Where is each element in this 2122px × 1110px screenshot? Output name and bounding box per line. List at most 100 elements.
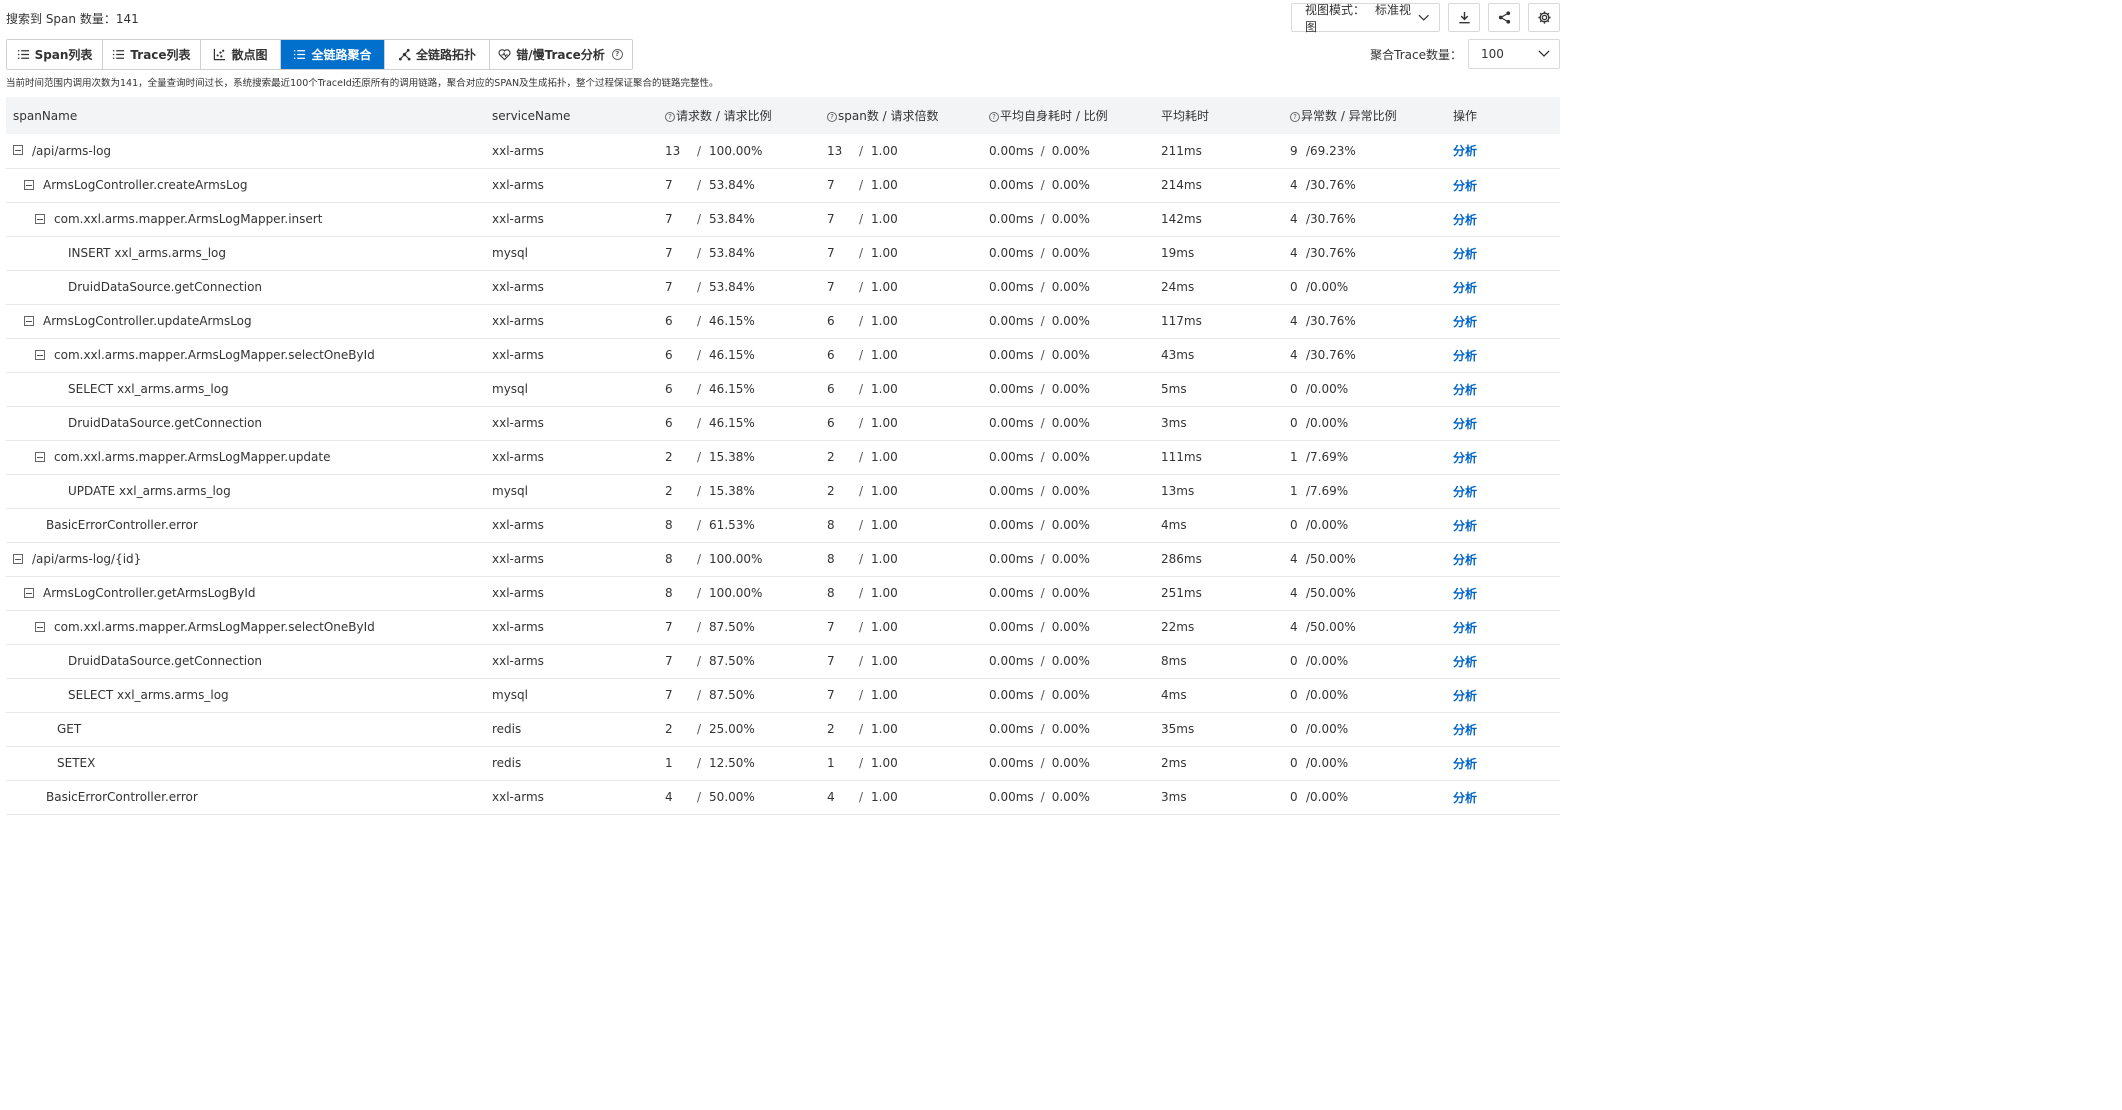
errors-cell: 4/30.76% <box>1290 338 1453 372</box>
service-name: xxl-arms <box>492 143 544 158</box>
self-time: 0.00ms <box>989 246 1034 260</box>
separator: / <box>697 552 702 566</box>
help-icon[interactable]: ? <box>1290 111 1300 122</box>
analyze-link[interactable]: 分析 <box>1453 451 1477 465</box>
error-count: 0 <box>1290 722 1298 736</box>
collapse-icon[interactable] <box>35 451 45 462</box>
requests-cell: 2 / 15.38% <box>665 474 827 508</box>
analyze-link[interactable]: 分析 <box>1453 587 1477 601</box>
errors-cell: 1/7.69% <box>1290 474 1453 508</box>
errors-cell: 4/30.76% <box>1290 202 1453 236</box>
error-count: 0 <box>1290 382 1298 396</box>
self-time-ratio: 0.00% <box>1051 382 1090 396</box>
collapse-icon[interactable] <box>35 621 45 632</box>
self-time-ratio: 0.00% <box>1051 314 1090 328</box>
separator: / <box>1040 586 1045 600</box>
tab-label: Trace列表 <box>130 48 191 62</box>
tab-scatter[interactable]: 散点图 <box>201 40 281 69</box>
avg-time: 22ms <box>1161 620 1195 634</box>
column-header-self-time: ? 平均自身耗时 / 比例 <box>989 97 1161 134</box>
scatter-icon <box>214 48 226 61</box>
error-count: 0 <box>1290 280 1298 294</box>
service-name: xxl-arms <box>492 552 544 566</box>
collapse-icon[interactable] <box>24 315 34 326</box>
avg-time: 142ms <box>1161 212 1202 226</box>
analyze-link[interactable]: 分析 <box>1453 519 1477 533</box>
error-ratio: /0.00% <box>1306 518 1349 532</box>
requests-cell: 6 / 46.15% <box>665 304 827 338</box>
analyze-link[interactable]: 分析 <box>1453 417 1477 431</box>
analyze-link[interactable]: 分析 <box>1453 315 1477 329</box>
span-count-cell: 7 / 1.00 <box>827 678 989 712</box>
analyze-link[interactable]: 分析 <box>1453 655 1477 669</box>
span-multiplier: 1.00 <box>871 314 898 328</box>
analyze-link[interactable]: 分析 <box>1453 281 1477 295</box>
span-name: com.xxl.arms.mapper.ArmsLogMapper.update <box>54 450 331 464</box>
separator: / <box>697 212 702 226</box>
requests-cell: 7 / 87.50% <box>665 610 827 644</box>
self-time-cell: 0.00ms / 0.00% <box>989 644 1161 678</box>
analyze-link[interactable]: 分析 <box>1453 179 1477 193</box>
separator: / <box>1040 484 1045 498</box>
help-icon[interactable]: ? <box>665 111 675 122</box>
share-button[interactable] <box>1488 3 1520 32</box>
column-header-avg-time: 平均耗时 <box>1161 109 1210 123</box>
separator: / <box>697 756 702 770</box>
help-icon[interactable]: ? <box>989 111 999 122</box>
help-icon[interactable]: ? <box>611 49 623 60</box>
tab-full-trace-topology[interactable]: 全链路拓扑 <box>385 40 490 69</box>
analyze-link[interactable]: 分析 <box>1453 213 1477 227</box>
error-ratio: /30.76% <box>1306 246 1356 260</box>
topology-icon <box>398 48 411 61</box>
collapse-icon[interactable] <box>35 213 45 224</box>
download-button[interactable] <box>1448 3 1480 32</box>
request-count: 7 <box>665 654 673 668</box>
self-time-ratio: 0.00% <box>1051 348 1090 362</box>
analyze-link[interactable]: 分析 <box>1453 689 1477 703</box>
tab-error-slow-trace-analysis[interactable]: 错/慢Trace分析 ? <box>490 40 632 69</box>
analyze-link[interactable]: 分析 <box>1453 485 1477 499</box>
action-cell: 分析 <box>1453 338 1560 372</box>
error-count: 0 <box>1290 790 1298 804</box>
tab-span-list[interactable]: Span列表 <box>7 40 103 69</box>
collapse-icon[interactable] <box>24 587 34 598</box>
request-count: 2 <box>665 450 673 464</box>
analyze-link[interactable]: 分析 <box>1453 349 1477 363</box>
analyze-link[interactable]: 分析 <box>1453 723 1477 737</box>
collapse-icon[interactable] <box>35 349 45 360</box>
aggregate-trace-count-select[interactable]: 100 <box>1468 39 1560 69</box>
analyze-link[interactable]: 分析 <box>1453 247 1477 261</box>
request-ratio: 87.50% <box>709 654 755 668</box>
analyze-link[interactable]: 分析 <box>1453 791 1477 805</box>
requests-cell: 7 / 53.84% <box>665 236 827 270</box>
span-multiplier: 1.00 <box>871 450 898 464</box>
avg-time: 24ms <box>1161 280 1195 294</box>
separator: / <box>859 620 864 634</box>
collapse-icon[interactable] <box>13 553 23 564</box>
span-name-cell: com.xxl.arms.mapper.ArmsLogMapper.update <box>6 440 492 474</box>
service-name: xxl-arms <box>492 518 544 532</box>
settings-button[interactable] <box>1528 3 1560 32</box>
separator: / <box>1040 552 1045 566</box>
tab-full-trace-aggregation[interactable]: 全链路聚合 <box>281 40 385 69</box>
span-count: 7 <box>827 246 835 260</box>
error-count: 1 <box>1290 450 1298 464</box>
help-icon[interactable]: ? <box>827 111 837 122</box>
separator: / <box>1040 450 1045 464</box>
span-multiplier: 1.00 <box>871 756 898 770</box>
collapse-icon[interactable] <box>13 145 23 156</box>
analyze-link[interactable]: 分析 <box>1453 757 1477 771</box>
analyze-link[interactable]: 分析 <box>1453 621 1477 635</box>
span-name-cell: DruidDataSource.getConnection <box>6 406 492 440</box>
collapse-icon[interactable] <box>24 179 34 190</box>
self-time: 0.00ms <box>989 586 1034 600</box>
analyze-link[interactable]: 分析 <box>1453 383 1477 397</box>
analyze-link[interactable]: 分析 <box>1453 144 1477 158</box>
tab-trace-list[interactable]: Trace列表 <box>103 40 201 69</box>
separator: / <box>1040 756 1045 770</box>
error-ratio: /7.69% <box>1306 484 1349 498</box>
action-cell: 分析 <box>1453 712 1560 746</box>
view-mode-select[interactable]: 视图模式： 标准视图 <box>1291 3 1440 34</box>
separator: / <box>859 484 864 498</box>
analyze-link[interactable]: 分析 <box>1453 553 1477 567</box>
